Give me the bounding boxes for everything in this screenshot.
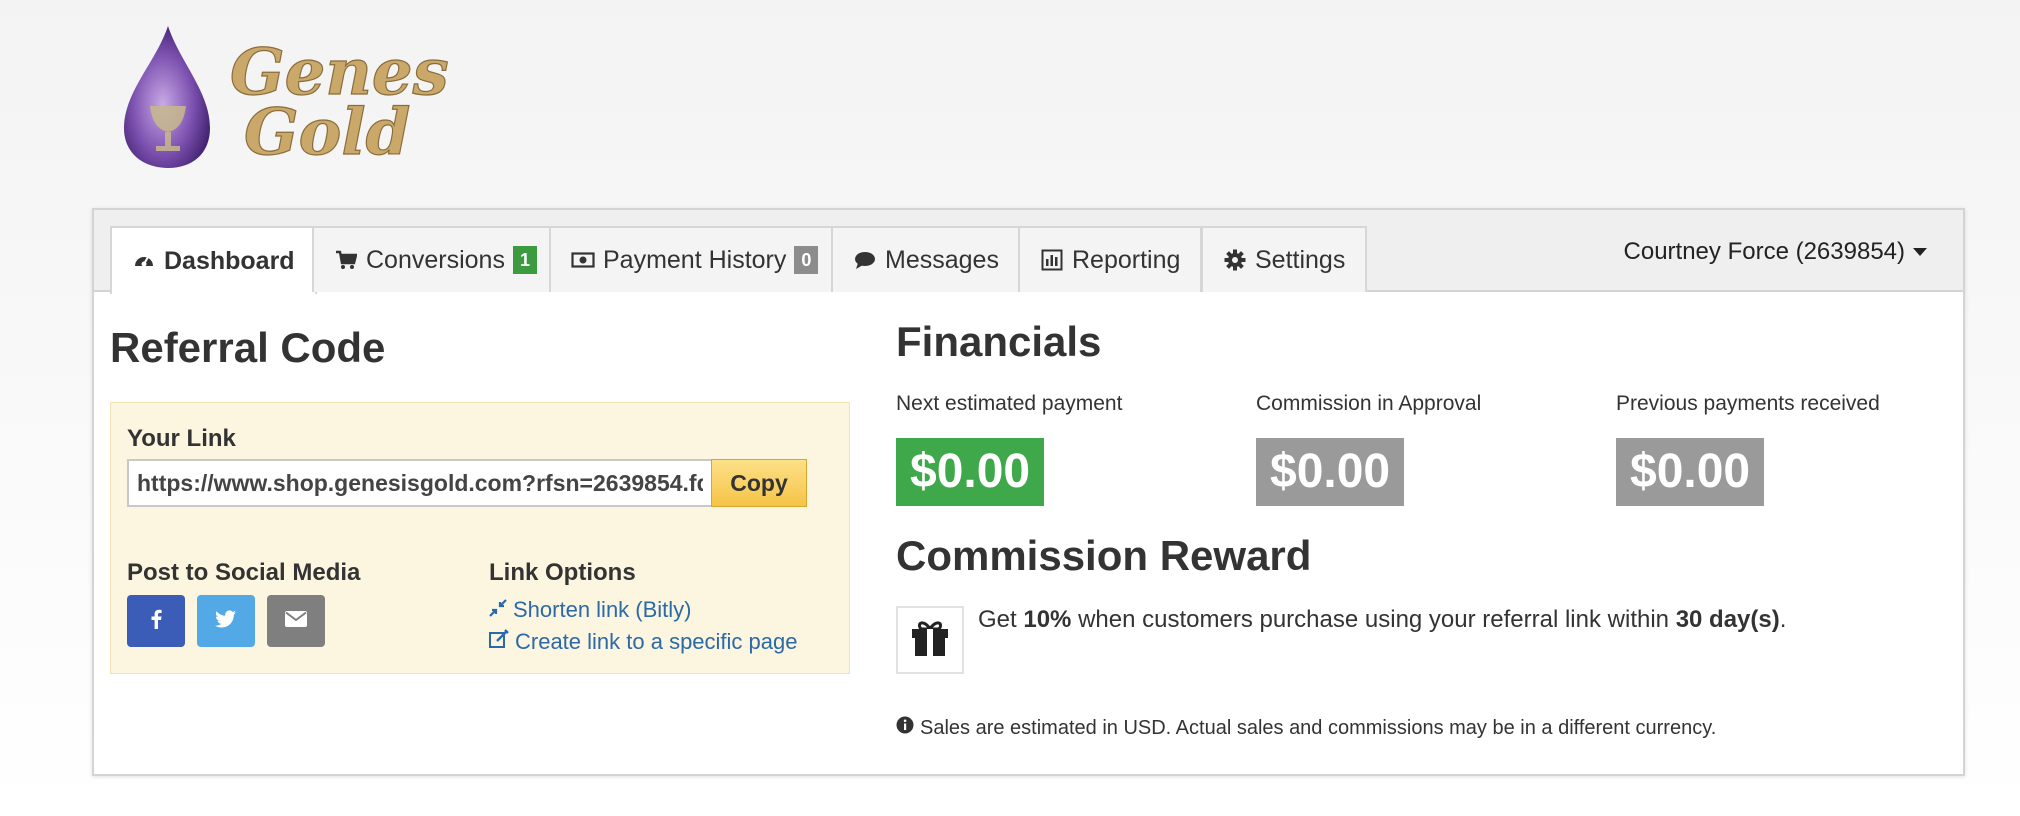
previous-payments-block: Previous payments received $0.00 xyxy=(1616,392,1880,506)
tab-label: Reporting xyxy=(1072,245,1181,274)
next-payment-block: Next estimated payment $0.00 xyxy=(896,392,1122,506)
shorten-link-label: Shorten link (Bitly) xyxy=(513,597,692,622)
commission-approval-value: $0.00 xyxy=(1256,438,1405,506)
conversions-count-badge: 1 xyxy=(512,246,537,274)
create-link-button[interactable]: Create link to a specific page xyxy=(489,629,798,655)
tab-label: Payment History xyxy=(603,245,787,274)
financials-heading: Financials xyxy=(896,318,1102,365)
currency-note: Sales are estimated in USD. Actual sales… xyxy=(896,716,1716,740)
commission-approval-label: Commission in Approval xyxy=(1256,392,1482,415)
twitter-icon xyxy=(215,609,237,633)
email-share-button[interactable] xyxy=(267,595,325,647)
cart-icon xyxy=(334,248,358,272)
create-link-label: Create link to a specific page xyxy=(515,629,798,654)
your-link-label: Your Link xyxy=(127,425,236,452)
post-to-social-label: Post to Social Media xyxy=(127,559,361,586)
info-circle-icon xyxy=(896,716,914,740)
comment-icon xyxy=(853,248,877,272)
referral-code-heading: Referral Code xyxy=(110,324,386,371)
dashboard-gauge-icon xyxy=(132,249,156,273)
facebook-share-button[interactable] xyxy=(127,595,185,647)
previous-payments-label: Previous payments received xyxy=(1616,392,1880,415)
user-name: Courtney Force (2639854) xyxy=(1623,238,1905,265)
page: Genesis Gold Dashboard Conversions 1 xyxy=(0,0,2020,816)
commission-text-end: . xyxy=(1779,606,1787,633)
brand-logo[interactable]: Genesis Gold xyxy=(118,22,510,172)
commission-reward-text: Get 10% when customers purchase using yo… xyxy=(978,606,1786,634)
commission-text-get: Get xyxy=(978,606,1017,633)
gift-icon xyxy=(910,619,950,662)
commission-text-mid: when customers purchase using your refer… xyxy=(1078,606,1670,633)
copy-button[interactable]: Copy xyxy=(711,459,807,507)
gift-icon-box xyxy=(896,606,964,674)
commission-percent: 10% xyxy=(1023,606,1072,633)
svg-text:Gold: Gold xyxy=(244,95,410,170)
commission-approval-block: Commission in Approval $0.00 xyxy=(1256,392,1481,506)
compress-arrows-icon xyxy=(489,597,507,623)
dashboard-panel: Dashboard Conversions 1 Payment History … xyxy=(92,208,1965,776)
referral-box: Your Link Copy Post to Social Media Link… xyxy=(110,402,850,674)
currency-note-text: Sales are estimated in USD. Actual sales… xyxy=(920,716,1717,739)
next-payment-value: $0.00 xyxy=(896,438,1045,506)
envelope-icon xyxy=(285,610,307,632)
tab-label: Settings xyxy=(1255,245,1346,274)
twitter-share-button[interactable] xyxy=(197,595,255,647)
tab-label: Messages xyxy=(885,245,999,274)
logo-graphic: Genesis Gold xyxy=(124,26,510,171)
tab-payment-history[interactable]: Payment History 0 xyxy=(549,226,841,292)
next-payment-label: Next estimated payment xyxy=(896,392,1123,415)
tab-settings[interactable]: Settings xyxy=(1201,226,1368,292)
user-account-menu[interactable]: Courtney Force (2639854) xyxy=(1624,238,1927,266)
gear-icon xyxy=(1223,248,1247,272)
referral-link-input[interactable] xyxy=(127,459,713,507)
previous-payments-value: $0.00 xyxy=(1616,438,1765,506)
tab-dashboard[interactable]: Dashboard xyxy=(110,226,317,294)
facebook-icon xyxy=(150,609,162,634)
bar-chart-icon xyxy=(1040,248,1064,272)
tab-label: Conversions xyxy=(366,245,505,274)
commission-duration: 30 day(s) xyxy=(1675,606,1780,633)
caret-down-icon xyxy=(1913,248,1927,256)
payment-history-count-badge: 0 xyxy=(794,246,819,274)
link-options-label: Link Options xyxy=(489,559,636,586)
money-icon xyxy=(571,248,595,272)
commission-reward-heading: Commission Reward xyxy=(896,532,1312,579)
tab-conversions[interactable]: Conversions 1 xyxy=(312,226,559,292)
tab-messages[interactable]: Messages xyxy=(831,226,1021,292)
tab-reporting[interactable]: Reporting xyxy=(1018,226,1203,292)
tab-bar: Dashboard Conversions 1 Payment History … xyxy=(94,210,1963,294)
edit-icon xyxy=(489,629,509,655)
shorten-link-button[interactable]: Shorten link (Bitly) xyxy=(489,597,692,623)
tab-label: Dashboard xyxy=(164,246,295,275)
